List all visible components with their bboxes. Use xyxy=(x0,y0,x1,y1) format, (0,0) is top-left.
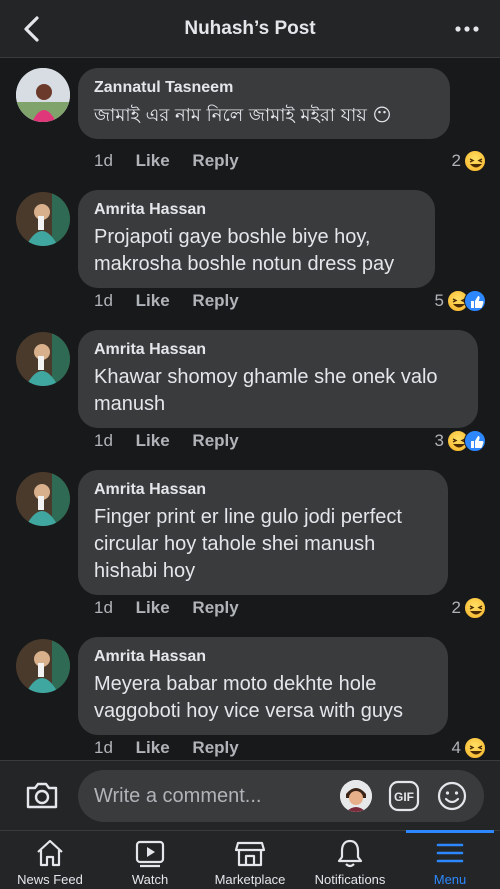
menu-icon xyxy=(436,843,464,863)
tab-menu[interactable]: Menu xyxy=(400,830,500,889)
emoji-icon[interactable] xyxy=(436,780,468,812)
comment-input[interactable]: Write a comment... GIF xyxy=(78,770,484,822)
comment-author[interactable]: Amrita Hassan xyxy=(94,340,462,360)
camera-icon[interactable] xyxy=(24,779,60,811)
comment-time: 1d xyxy=(94,738,113,757)
haha-reaction-icon xyxy=(464,150,486,172)
reaction-count: 2 xyxy=(451,598,461,617)
tab-watch[interactable]: Watch xyxy=(100,831,200,889)
comment-input-placeholder: Write a comment... xyxy=(94,785,262,807)
comment-meta: 1d Like Reply xyxy=(94,290,257,312)
comment-bubble[interactable]: Amrita Hassan Projapoti gaye boshle biye… xyxy=(78,190,435,288)
like-button[interactable]: Like xyxy=(136,151,170,170)
comment-composer: Write a comment... GIF xyxy=(0,760,500,830)
tab-marketplace[interactable]: Marketplace xyxy=(200,831,300,889)
like-button[interactable]: Like xyxy=(136,598,170,617)
comment-meta: 1d Like Reply xyxy=(94,597,257,619)
reaction-count: 3 xyxy=(434,431,444,450)
reply-button[interactable]: Reply xyxy=(192,151,238,170)
reaction-summary[interactable]: 4 xyxy=(452,736,486,760)
comment-author[interactable]: Amrita Hassan xyxy=(94,200,419,220)
comment-text: Meyera babar moto dekhte hole vaggoboti … xyxy=(94,673,404,722)
comment-text: Projapoti gaye boshle biye hoy, makrosha… xyxy=(94,226,395,275)
comment-text: জামাই এর নাম নিলে জামাই মইরা যায় 😶 xyxy=(94,105,392,126)
reaction-count: 2 xyxy=(451,151,461,170)
ellipsis-icon[interactable] xyxy=(454,20,480,38)
reaction-summary[interactable]: 2 xyxy=(452,149,486,173)
like-button[interactable]: Like xyxy=(136,291,170,310)
avatar[interactable] xyxy=(16,332,70,386)
tab-news-feed[interactable]: News Feed xyxy=(0,831,100,889)
reply-button[interactable]: Reply xyxy=(192,598,238,617)
comments-list: Zannatul Tasneem জামাই এর নাম নিলে জামাই… xyxy=(0,58,500,760)
like-reaction-icon xyxy=(464,290,486,312)
tab-label: News Feed xyxy=(17,872,83,887)
comment-time: 1d xyxy=(94,151,113,170)
avatar[interactable] xyxy=(16,639,70,693)
comment-time: 1d xyxy=(94,291,113,310)
tab-label: Watch xyxy=(131,872,169,887)
reply-button[interactable]: Reply xyxy=(192,431,238,450)
comment-meta: 1d Like Reply xyxy=(94,430,257,452)
avatar-sticker-icon[interactable] xyxy=(340,780,372,812)
bottom-tab-bar: News Feed Watch Marketplace Notification… xyxy=(0,830,500,889)
haha-reaction-icon xyxy=(464,737,486,759)
comment-time: 1d xyxy=(94,431,113,450)
comment-bubble[interactable]: Amrita Hassan Meyera babar moto dekhte h… xyxy=(78,637,448,735)
like-reaction-icon xyxy=(464,430,486,452)
home-icon xyxy=(37,839,63,867)
avatar[interactable] xyxy=(16,192,70,246)
tab-label: Notifications xyxy=(314,872,386,887)
reaction-summary[interactable]: 2 xyxy=(452,596,486,620)
comment-text: Finger print er line gulo jodi perfect c… xyxy=(94,506,402,582)
reaction-count: 5 xyxy=(434,291,444,310)
avatar[interactable] xyxy=(16,68,70,122)
comment-bubble[interactable]: Amrita Hassan Khawar shomoy ghamle she o… xyxy=(78,330,478,428)
like-button[interactable]: Like xyxy=(136,431,170,450)
tab-label: Menu xyxy=(433,872,467,887)
gif-label: GIF xyxy=(394,790,414,804)
reply-button[interactable]: Reply xyxy=(192,738,238,757)
tab-label: Marketplace xyxy=(214,872,286,887)
tab-notifications[interactable]: Notifications xyxy=(300,831,400,889)
like-button[interactable]: Like xyxy=(136,738,170,757)
comment-bubble[interactable]: Zannatul Tasneem জামাই এর নাম নিলে জামাই… xyxy=(78,68,450,139)
avatar[interactable] xyxy=(16,472,70,526)
comment-text: Khawar shomoy ghamle she onek valo manus… xyxy=(94,366,438,415)
comment-meta: 1d Like Reply xyxy=(94,150,257,172)
haha-reaction-icon xyxy=(464,597,486,619)
comment-author[interactable]: Zannatul Tasneem xyxy=(94,78,434,98)
comment-meta: 1d Like Reply xyxy=(94,737,257,759)
bell-icon xyxy=(337,839,363,868)
gif-icon[interactable]: GIF xyxy=(388,780,420,812)
top-bar: Nuhash’s Post xyxy=(0,0,500,58)
reaction-count: 4 xyxy=(451,738,461,757)
page-title: Nuhash’s Post xyxy=(184,18,316,39)
comment-author[interactable]: Amrita Hassan xyxy=(94,480,432,500)
reaction-summary[interactable]: 5 xyxy=(435,289,486,313)
comment-bubble[interactable]: Amrita Hassan Finger print er line gulo … xyxy=(78,470,448,595)
watch-icon xyxy=(135,840,165,868)
comment-author[interactable]: Amrita Hassan xyxy=(94,647,432,667)
reply-button[interactable]: Reply xyxy=(192,291,238,310)
reaction-summary[interactable]: 3 xyxy=(435,429,486,453)
marketplace-icon xyxy=(234,841,266,867)
comment-time: 1d xyxy=(94,598,113,617)
